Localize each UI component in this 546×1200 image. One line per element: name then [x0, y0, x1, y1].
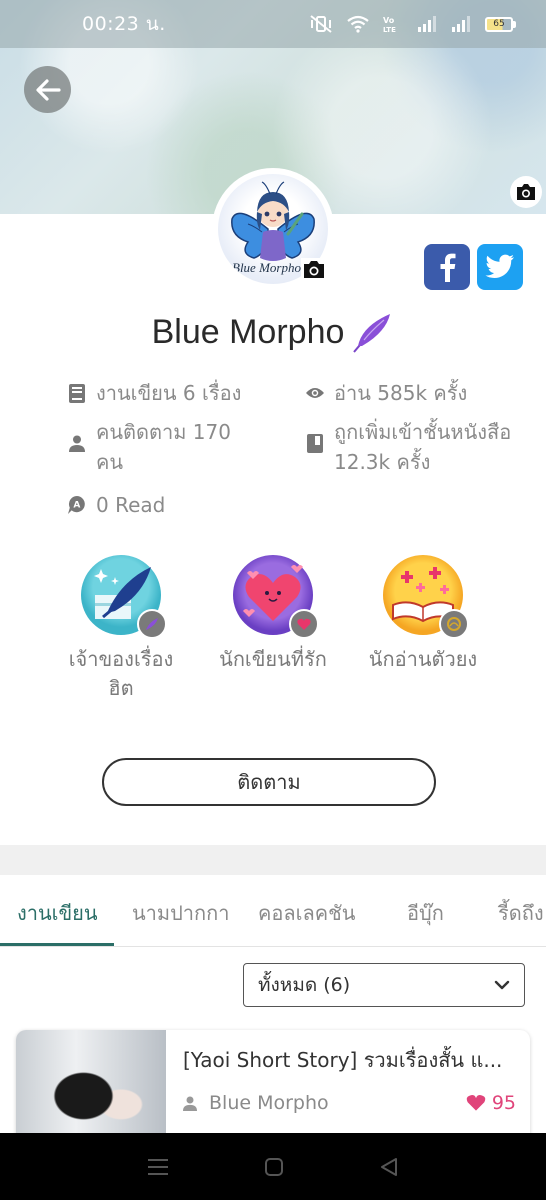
profile-name: Blue Morpho	[151, 312, 345, 351]
stat-shelf: ถูกเพิ่มเข้าชั้นหนังสือ 12.3k ครั้ง	[306, 417, 511, 477]
signal-2-icon	[452, 16, 470, 32]
read-badge-icon: A	[68, 496, 85, 514]
chevron-down-icon	[494, 980, 510, 990]
arrow-left-icon	[35, 78, 61, 101]
back-triangle-icon[interactable]	[379, 1157, 399, 1177]
svg-text:LTE: LTE	[383, 26, 396, 34]
facebook-share-button[interactable]	[424, 244, 470, 290]
shelf-line1: ถูกเพิ่มเข้าชั้นหนังสือ	[334, 420, 512, 444]
stat-works: งานเขียน 6 เรื่อง	[68, 378, 241, 408]
change-avatar-button[interactable]	[300, 256, 328, 282]
active-tab-indicator	[0, 943, 114, 946]
story-thumbnail	[16, 1030, 166, 1150]
eye-icon	[306, 388, 324, 398]
followers-line1: คนติดตาม 170	[96, 420, 231, 444]
badge-avid-reader[interactable]: นักอ่านตัวยง	[348, 555, 498, 674]
filter-selected: ทั้งหมด (6)	[258, 974, 351, 996]
story-title: [Yaoi Short Story] รวมเรื่องสั้น แ...	[183, 1048, 503, 1072]
battery-level: 65	[485, 16, 513, 32]
quill-badge-icon	[81, 555, 167, 639]
feather-mini-icon	[137, 609, 167, 639]
volte-icon: Vo LTE	[383, 16, 396, 34]
heart-mini-icon	[289, 609, 319, 639]
system-nav-bar	[0, 1133, 546, 1200]
person-icon	[69, 435, 85, 452]
book-icon	[69, 383, 85, 403]
avatar-signature: Blue Morpho	[232, 260, 301, 275]
stat-read-count-text: 0 Read	[96, 493, 166, 517]
stat-read-count: A 0 Read	[68, 490, 165, 520]
person-icon	[183, 1096, 197, 1111]
follow-button[interactable]: ติดตาม	[102, 758, 436, 806]
book-badge-icon	[383, 555, 469, 639]
gold-mini-icon	[439, 609, 469, 639]
twitter-share-button[interactable]	[477, 244, 523, 290]
story-author: Blue Morpho	[183, 1092, 329, 1114]
badge-beloved-writer[interactable]: นักเขียนที่รัก	[198, 555, 348, 674]
home-icon[interactable]	[264, 1157, 284, 1177]
twitter-icon	[485, 254, 514, 278]
badge-label: เจ้าของเรื่อง ฮิต	[46, 645, 196, 703]
status-icons: Vo LTE 65	[309, 14, 516, 34]
wifi-icon	[347, 15, 369, 33]
badge-label: นักเขียนที่รัก	[198, 645, 348, 674]
story-author-name: Blue Morpho	[209, 1092, 329, 1114]
stat-reads-text: อ่าน 585k ครั้ง	[334, 381, 468, 405]
shelf-line2: 12.3k ครั้ง	[334, 450, 431, 474]
tab-ebooks[interactable]: อีบุ๊ก	[407, 897, 444, 929]
badge-label-line2: ฮิต	[108, 676, 134, 700]
section-divider	[0, 845, 546, 875]
tab-pen-names[interactable]: นามปากกา	[132, 897, 229, 929]
badge-hit-story-owner[interactable]: เจ้าของเรื่อง ฮิต	[46, 555, 196, 703]
feather-icon	[353, 314, 391, 353]
tab-bar: งานเขียน นามปากกา คอลเลคชัน อีบุ๊ก รี้ดถ…	[0, 875, 546, 947]
stat-works-text: งานเขียน 6 เรื่อง	[96, 381, 242, 405]
battery-icon: 65	[485, 16, 516, 32]
profile-name-row: Blue Morpho	[0, 310, 546, 354]
badge-label-line1: เจ้าของเรื่อง	[68, 647, 174, 671]
back-button[interactable]	[24, 66, 71, 113]
stat-shelf-text: ถูกเพิ่มเข้าชั้นหนังสือ 12.3k ครั้ง	[334, 417, 511, 477]
story-likes-count: 95	[491, 1092, 516, 1114]
svg-text:Vo: Vo	[383, 16, 395, 25]
signal-1-icon	[418, 16, 436, 32]
badge-label-line1: นักเขียนที่รัก	[219, 647, 327, 671]
tab-read-to[interactable]: รี้ดถึง	[498, 897, 544, 929]
heart-badge-icon	[233, 555, 319, 639]
tab-collections[interactable]: คอลเลคชัน	[258, 897, 355, 929]
status-bar: 00:23 น. Vo LTE 65	[0, 0, 546, 48]
filter-dropdown[interactable]: ทั้งหมด (6)	[243, 963, 525, 1007]
tab-works[interactable]: งานเขียน	[17, 897, 98, 929]
camera-icon	[517, 184, 535, 200]
badge-label-line1: นักอ่านตัวยง	[368, 647, 478, 671]
heart-icon	[466, 1095, 486, 1111]
stat-reads: อ่าน 585k ครั้ง	[306, 378, 467, 408]
change-cover-button[interactable]	[510, 176, 542, 208]
badge-label: นักอ่านตัวยง	[348, 645, 498, 674]
vibrate-mute-icon	[310, 15, 332, 33]
bookshelf-icon	[307, 433, 323, 453]
stat-followers: คนติดตาม 170 คน	[68, 417, 231, 477]
stat-followers-text: คนติดตาม 170 คน	[96, 417, 231, 477]
svg-text:A: A	[73, 501, 80, 511]
status-time: 00:23 น.	[82, 13, 166, 35]
menu-icon[interactable]	[147, 1157, 169, 1177]
followers-line2: คน	[96, 450, 124, 474]
story-card[interactable]: [Yaoi Short Story] รวมเรื่องสั้น แ... Bl…	[16, 1030, 530, 1150]
facebook-icon	[440, 253, 456, 282]
story-likes: 95	[466, 1092, 516, 1114]
camera-icon	[301, 258, 327, 280]
